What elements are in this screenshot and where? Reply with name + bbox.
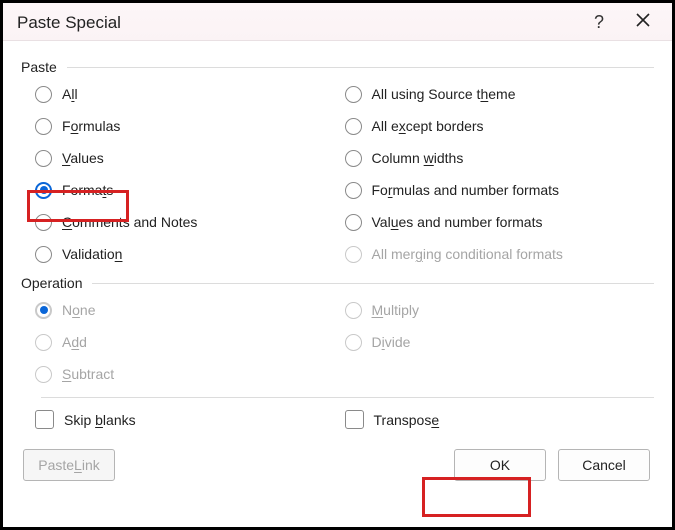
radio-button — [345, 334, 362, 351]
radio-label[interactable]: Validation — [62, 246, 122, 262]
radio-option-pr4[interactable]: Values and number formats — [345, 211, 655, 233]
radio-button — [345, 302, 362, 319]
radio-button[interactable] — [345, 150, 362, 167]
radio-option-ol1: Add — [35, 331, 345, 353]
radio-label: Multiply — [372, 302, 419, 318]
radio-button[interactable] — [35, 182, 52, 199]
check-row: Skip blanks Transpose — [21, 410, 654, 429]
radio-option-ol0: None — [35, 299, 345, 321]
paste-link-button: Paste Link — [23, 449, 115, 481]
radio-option-pl3[interactable]: Formats — [35, 179, 345, 201]
radio-option-pr0[interactable]: All using Source theme — [345, 83, 655, 105]
radio-option-pl0[interactable]: All — [35, 83, 345, 105]
radio-option-pr2[interactable]: Column widths — [345, 147, 655, 169]
dialog-content: Paste All Formulas Values Formats Comments a… — [3, 41, 672, 495]
transpose-checkbox[interactable] — [345, 410, 364, 429]
radio-button[interactable] — [35, 86, 52, 103]
paste-options: All Formulas Values Formats Comments and Not… — [21, 83, 654, 265]
radio-label[interactable]: Comments and Notes — [62, 214, 197, 230]
radio-button[interactable] — [345, 86, 362, 103]
radio-option-pl5[interactable]: Validation — [35, 243, 345, 265]
radio-button[interactable] — [35, 214, 52, 231]
radio-button[interactable] — [35, 150, 52, 167]
skip-blanks-label[interactable]: Skip blanks — [64, 412, 136, 428]
radio-label[interactable]: Column widths — [372, 150, 464, 166]
radio-button — [35, 302, 52, 319]
radio-button — [35, 366, 52, 383]
divider — [92, 283, 654, 284]
cancel-button[interactable]: Cancel — [558, 449, 650, 481]
radio-option-pl4[interactable]: Comments and Notes — [35, 211, 345, 233]
transpose-label[interactable]: Transpose — [374, 412, 440, 428]
radio-label: Divide — [372, 334, 411, 350]
dialog-title: Paste Special — [17, 13, 570, 33]
radio-label[interactable]: Formulas — [62, 118, 120, 134]
radio-label[interactable]: Values and number formats — [372, 214, 543, 230]
radio-label: None — [62, 302, 96, 318]
radio-option-or0: Multiply — [345, 299, 655, 321]
button-row: Paste Link OK Cancel — [21, 449, 654, 481]
radio-label: All merging conditional formats — [372, 246, 563, 262]
close-button[interactable] — [628, 11, 658, 34]
radio-option-pl1[interactable]: Formulas — [35, 115, 345, 137]
help-button[interactable]: ? — [570, 12, 628, 33]
radio-label[interactable]: All except borders — [372, 118, 484, 134]
operation-options: None Add Subtract Multiply Divide — [21, 299, 654, 385]
radio-option-pr3[interactable]: Formulas and number formats — [345, 179, 655, 201]
radio-button[interactable] — [345, 182, 362, 199]
radio-option-or1: Divide — [345, 331, 655, 353]
radio-option-ol2: Subtract — [35, 363, 345, 385]
radio-label: Add — [62, 334, 87, 350]
group-paste-header: Paste — [21, 59, 654, 75]
radio-button[interactable] — [345, 118, 362, 135]
group-paste-label: Paste — [21, 59, 57, 75]
radio-button — [35, 334, 52, 351]
divider — [41, 397, 654, 398]
radio-label[interactable]: All using Source theme — [372, 86, 516, 102]
radio-button — [345, 246, 362, 263]
ok-button[interactable]: OK — [454, 449, 546, 481]
divider — [67, 67, 654, 68]
radio-label[interactable]: Values — [62, 150, 104, 166]
radio-option-pr5: All merging conditional formats — [345, 243, 655, 265]
radio-button[interactable] — [35, 246, 52, 263]
radio-button[interactable] — [35, 118, 52, 135]
group-operation-label: Operation — [21, 275, 82, 291]
radio-button[interactable] — [345, 214, 362, 231]
radio-label[interactable]: Formulas and number formats — [372, 182, 560, 198]
close-icon — [634, 11, 652, 29]
radio-option-pr1[interactable]: All except borders — [345, 115, 655, 137]
group-operation-header: Operation — [21, 275, 654, 291]
radio-option-pl2[interactable]: Values — [35, 147, 345, 169]
radio-label: Subtract — [62, 366, 114, 382]
radio-label[interactable]: Formats — [62, 182, 113, 198]
radio-label[interactable]: All — [62, 86, 78, 102]
titlebar: Paste Special ? — [3, 3, 672, 41]
skip-blanks-checkbox[interactable] — [35, 410, 54, 429]
